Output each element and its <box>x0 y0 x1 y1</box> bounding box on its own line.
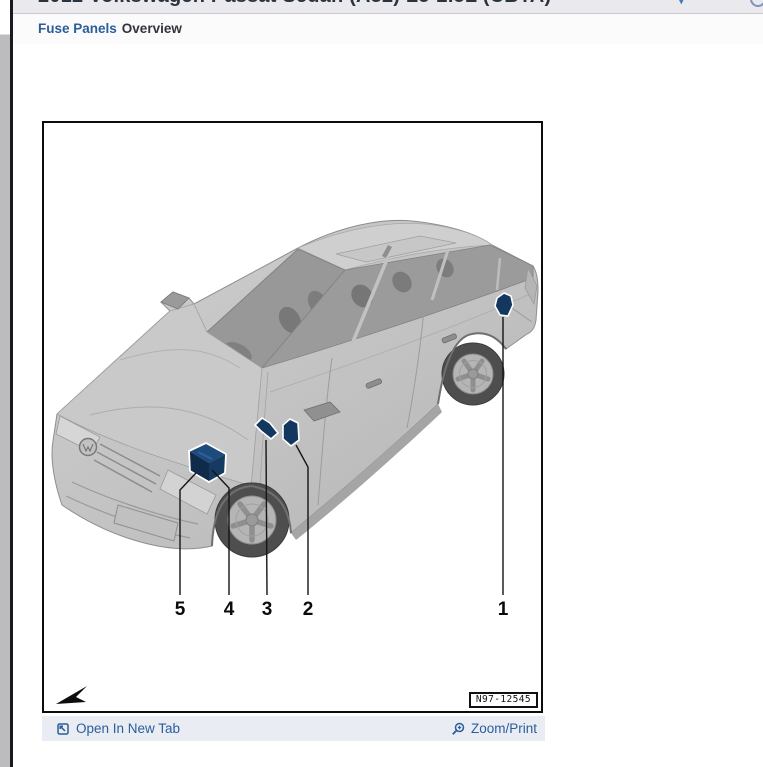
fuse-location-figure: 5 4 3 2 1 N97-12545 <box>42 121 543 713</box>
vw-badge <box>80 439 97 456</box>
direction-of-travel-arrow-icon <box>56 686 87 704</box>
open-in-new-tab-icon <box>56 722 70 736</box>
callout-number-4: 4 <box>224 599 235 620</box>
breadcrumb-current-overview: Overview <box>122 21 182 36</box>
car-illustration <box>52 220 538 557</box>
callout-number-5: 5 <box>175 599 186 620</box>
vehicle-title-bar: 2012 Volkswagen Passat Sedan (A32) L5-2.… <box>13 0 763 14</box>
toolbar-icon-fragment: ▾ <box>678 0 685 8</box>
callout-number-1: 1 <box>498 599 509 620</box>
front-wheel <box>215 483 289 557</box>
zoom-print-label: Zoom/Print <box>471 721 537 736</box>
breadcrumb: Fuse Panels Overview <box>13 14 763 44</box>
viewer-toolbar: Open In New Tab Zoom/Print <box>42 716 545 741</box>
left-scrollbar[interactable] <box>0 0 10 767</box>
callout-line-3 <box>266 440 267 595</box>
zoom-magnifier-plus-icon <box>451 722 465 736</box>
figure-reference-label: N97-12545 <box>469 692 538 708</box>
open-in-new-tab-link[interactable]: Open In New Tab <box>56 721 180 736</box>
breadcrumb-link-fuse-panels[interactable]: Fuse Panels <box>38 21 117 36</box>
fuse-panel-marker-2 <box>283 419 299 446</box>
open-in-new-tab-label: Open In New Tab <box>76 721 180 736</box>
callout-number-3: 3 <box>262 599 273 620</box>
callout-number-2: 2 <box>303 599 314 620</box>
app-window: 2012 Volkswagen Passat Sedan (A32) L5-2.… <box>0 0 763 767</box>
zoom-print-link[interactable]: Zoom/Print <box>451 721 537 736</box>
fuse-location-diagram: 5 4 3 2 1 <box>44 123 541 711</box>
vehicle-title: 2012 Volkswagen Passat Sedan (A32) L5-2.… <box>38 0 763 6</box>
